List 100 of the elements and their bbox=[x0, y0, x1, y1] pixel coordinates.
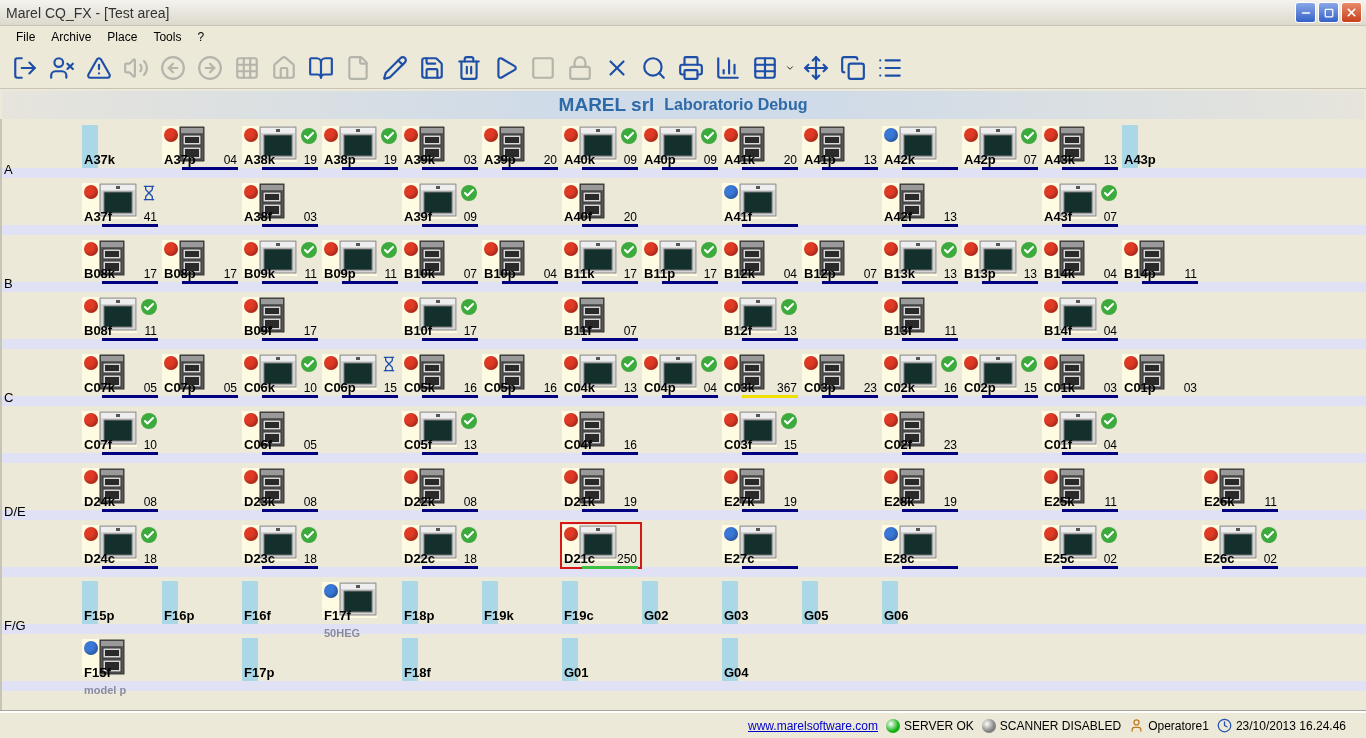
count-text: 08 bbox=[303, 496, 317, 509]
count-text: 04 bbox=[1103, 268, 1117, 281]
oven-station[interactable]: B11f 07 bbox=[560, 294, 642, 341]
station-label: A43f bbox=[1043, 210, 1073, 224]
oven-station[interactable]: E25k 11 bbox=[1040, 465, 1122, 512]
slot-label: A37k bbox=[83, 152, 116, 168]
oven-station[interactable]: B09f 17 bbox=[240, 294, 322, 341]
station-label: A38p bbox=[323, 153, 356, 167]
oven-station[interactable]: B12k 04 bbox=[720, 237, 802, 284]
menu-item[interactable]: Place bbox=[99, 28, 146, 46]
menu-item[interactable]: ? bbox=[189, 28, 213, 46]
oven-station[interactable]: D24k 08 bbox=[80, 465, 162, 512]
station-label: D21c bbox=[563, 552, 596, 566]
station-label: E26k bbox=[1203, 495, 1235, 509]
speaker-icon bbox=[122, 55, 149, 81]
oven-station[interactable]: A37p 04 bbox=[160, 123, 242, 170]
station-label: B10p bbox=[483, 267, 516, 281]
station-label: A39f bbox=[403, 210, 433, 224]
oven-station[interactable]: B14p 11 bbox=[1120, 237, 1202, 284]
station-label: A38f bbox=[243, 210, 273, 224]
oven-station[interactable]: E27k 19 bbox=[720, 465, 802, 512]
count-text: 05 bbox=[303, 439, 317, 452]
maximize-button[interactable] bbox=[1318, 2, 1339, 23]
grid-icon bbox=[233, 55, 260, 81]
oven-station[interactable]: B12p 07 bbox=[800, 237, 882, 284]
oven-station[interactable]: C07k 05 bbox=[80, 351, 162, 398]
oven-station[interactable]: B08p 17 bbox=[160, 237, 242, 284]
station-label: D22c bbox=[403, 552, 436, 566]
oven-station[interactable]: C05p 16 bbox=[480, 351, 562, 398]
back-icon bbox=[159, 55, 186, 81]
station-label: E28k bbox=[883, 495, 915, 509]
oven-station[interactable]: B13f 11 bbox=[880, 294, 962, 341]
oven-station[interactable]: D21c 250 bbox=[560, 522, 642, 569]
count-text: 18 bbox=[143, 553, 157, 566]
oven-station[interactable]: A39p 20 bbox=[480, 123, 562, 170]
station-label: B11f bbox=[563, 324, 592, 338]
oven-station[interactable]: A40f 20 bbox=[560, 180, 642, 227]
station-label: A42f bbox=[883, 210, 913, 224]
station-label: C01k bbox=[1043, 381, 1076, 395]
oven-station[interactable]: E28k 19 bbox=[880, 465, 962, 512]
edit-icon bbox=[381, 55, 408, 81]
count-text: 11 bbox=[944, 325, 957, 338]
count-text: 15 bbox=[1023, 382, 1037, 395]
oven-station[interactable]: D23k 08 bbox=[240, 465, 322, 512]
count-text: 04 bbox=[223, 154, 237, 167]
oven-station[interactable]: C02f 23 bbox=[880, 408, 962, 455]
oven-station[interactable]: B14k 04 bbox=[1040, 237, 1122, 284]
count-text: 05 bbox=[143, 382, 157, 395]
close-button[interactable] bbox=[1341, 2, 1362, 23]
model-text: 50HEG bbox=[323, 627, 362, 639]
oven-station[interactable]: A41p 13 bbox=[800, 123, 882, 170]
oven-station[interactable]: E26k 11 bbox=[1200, 465, 1282, 512]
oven-station[interactable]: F15f bbox=[80, 636, 162, 683]
slot-label: G04 bbox=[723, 665, 749, 681]
lab-name: Laboratorio Debug bbox=[664, 96, 808, 114]
minimize-button[interactable] bbox=[1295, 2, 1316, 23]
station-label: A42k bbox=[883, 153, 916, 167]
oven-station[interactable]: C04f 16 bbox=[560, 408, 642, 455]
menu-item[interactable]: Tools bbox=[145, 28, 190, 46]
group-label: C bbox=[4, 390, 14, 405]
station-label: E28c bbox=[883, 552, 915, 566]
oven-station[interactable]: B08k 17 bbox=[80, 237, 162, 284]
oven-station[interactable]: A43k 13 bbox=[1040, 123, 1122, 170]
oven-station[interactable]: C03k 367 bbox=[720, 351, 802, 398]
oven-station[interactable]: C05k 16 bbox=[400, 351, 482, 398]
oven-station[interactable]: D22k 08 bbox=[400, 465, 482, 512]
oven-station[interactable]: A42f 13 bbox=[880, 180, 962, 227]
oven-station[interactable]: B10k 07 bbox=[400, 237, 482, 284]
count-text: 17 bbox=[623, 268, 637, 281]
station-label: A42p bbox=[963, 153, 996, 167]
oven-station[interactable]: A41k 20 bbox=[720, 123, 802, 170]
menu-item[interactable]: File bbox=[8, 28, 44, 46]
menu-item[interactable]: Archive bbox=[43, 28, 100, 46]
oven-station[interactable]: C06f 05 bbox=[240, 408, 322, 455]
count-text: 10 bbox=[303, 382, 317, 395]
station-label: B11p bbox=[643, 267, 676, 281]
station-label: C05k bbox=[403, 381, 436, 395]
station-label: D21k bbox=[563, 495, 596, 509]
website-link[interactable]: www.marelsoftware.com bbox=[747, 718, 878, 733]
oven-station[interactable]: B10p 04 bbox=[480, 237, 562, 284]
station-label: B13p bbox=[963, 267, 996, 281]
station-label: E27c bbox=[723, 552, 755, 566]
count-text: 07 bbox=[863, 268, 877, 281]
count-text: 11 bbox=[1264, 496, 1277, 509]
oven-station[interactable]: D21k 19 bbox=[560, 465, 642, 512]
caret-icon[interactable] bbox=[785, 63, 795, 73]
oven-station[interactable]: A38f 03 bbox=[240, 180, 322, 227]
slot-label: G01 bbox=[563, 665, 589, 681]
station-label: A40p bbox=[643, 153, 676, 167]
count-text: 19 bbox=[783, 496, 797, 509]
oven-station[interactable]: C01k 03 bbox=[1040, 351, 1122, 398]
oven-station[interactable]: A39k 03 bbox=[400, 123, 482, 170]
count-text: 16 bbox=[623, 439, 637, 452]
oven-station[interactable]: C07p 05 bbox=[160, 351, 242, 398]
oven-station[interactable]: C01p 03 bbox=[1120, 351, 1202, 398]
date-time: 23/10/2013 16.24.46 bbox=[1235, 718, 1346, 733]
station-label: A37f bbox=[83, 210, 113, 224]
count-text: 08 bbox=[143, 496, 157, 509]
group-label: D/E bbox=[4, 504, 26, 519]
oven-station[interactable]: C03p 23 bbox=[800, 351, 882, 398]
